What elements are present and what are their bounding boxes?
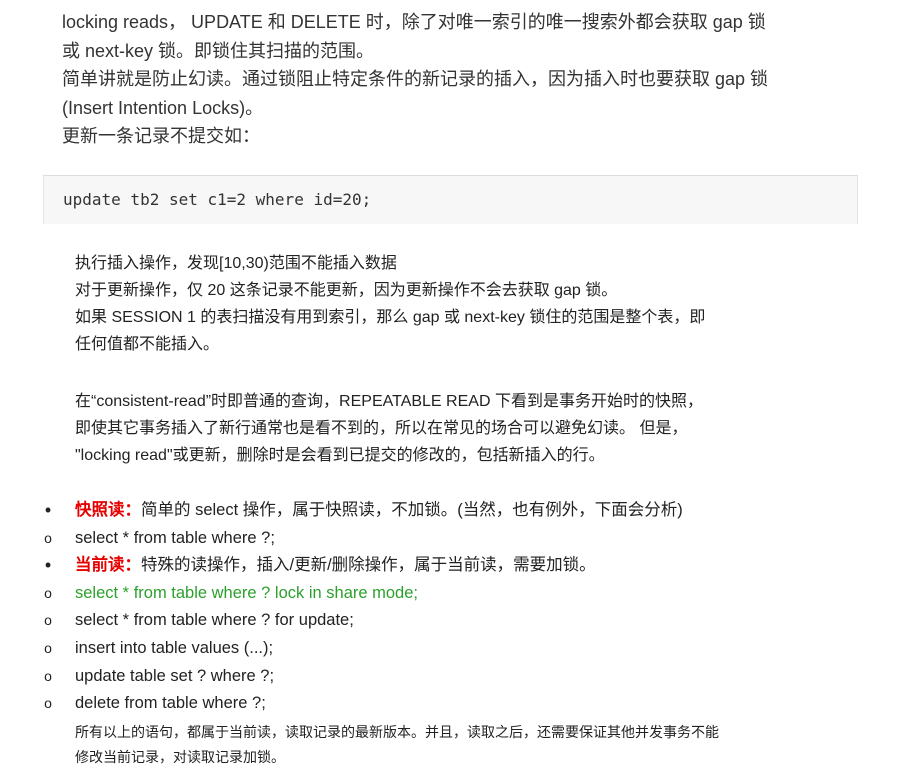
- consistent-read-line: 在“consistent-read”时即普通的查询，REPEATABLE REA…: [75, 393, 703, 410]
- list-item: • 快照读：简单的 select 操作，属于快照读，不加锁。(当然，也有例外，下…: [38, 497, 838, 525]
- intro-line: 简单讲就是防止幻读。通过锁阻止特定条件的新记录的插入，因为插入时也要获取 gap…: [62, 69, 769, 90]
- explanation-line: 执行插入操作，发现[10,30)范围不能插入数据: [75, 255, 397, 272]
- intro-line: locking reads， UPDATE 和 DELETE 时，除了对唯一索引…: [62, 12, 766, 32]
- list-item-text: 简单的 select 操作，属于快照读，不加锁。(当然，也有例外，下面会分析): [141, 501, 683, 519]
- explanation-paragraph: 执行插入操作，发现[10,30)范围不能插入数据 对于更新操作，仅 20 这条记…: [75, 250, 835, 358]
- consistent-read-line: "locking read"或更新，删除时是会看到已提交的修改的，包括新插入的行…: [75, 447, 605, 464]
- bullet-circle-icon: o: [44, 695, 52, 712]
- code-statement: update tb2 set c1=2 where id=20;: [63, 190, 372, 209]
- bullet-circle-icon: o: [44, 639, 52, 656]
- bullet-circle-icon: o: [44, 667, 52, 684]
- consistent-read-paragraph: 在“consistent-read”时即普通的查询，REPEATABLE REA…: [75, 388, 835, 469]
- footnote-line: 修改当前记录，对读取记录加锁。: [75, 749, 285, 765]
- list-item-text: 特殊的读操作，插入/更新/删除操作，属于当前读，需要加锁。: [141, 556, 596, 575]
- snapshot-read-label: 快照读：: [75, 501, 141, 519]
- explanation-line: 对于更新操作，仅 20 这条记录不能更新，因为更新操作不会去获取 gap 锁。: [75, 282, 618, 299]
- bullet-disc-icon: •: [44, 555, 52, 576]
- document-page: locking reads， UPDATE 和 DELETE 时，除了对唯一索引…: [0, 0, 901, 778]
- list-item: o update table set ? where ?;: [38, 663, 838, 691]
- intro-line: 或 next-key 锁。即锁住其扫描的范围。: [62, 40, 375, 61]
- footnote-paragraph: 所有以上的语句，都属于当前读，读取记录的最新版本。并且，读取之后，还需要保证其他…: [75, 720, 835, 770]
- list-item-text-highlighted: select * from table where ? lock in shar…: [75, 583, 418, 602]
- explanation-line: 如果 SESSION 1 的表扫描没有用到索引，那么 gap 或 next-ke…: [75, 309, 706, 326]
- list-item-text: select * from table where ? for update;: [75, 611, 354, 630]
- intro-paragraph: locking reads， UPDATE 和 DELETE 时，除了对唯一索引…: [62, 8, 852, 151]
- footnote-line: 所有以上的语句，都属于当前读，读取记录的最新版本。并且，读取之后，还需要保证其他…: [75, 724, 719, 740]
- code-block: update tb2 set c1=2 where id=20;: [43, 175, 858, 224]
- bullet-circle-icon: o: [44, 612, 52, 629]
- list-item: o select * from table where ? lock in sh…: [38, 580, 838, 608]
- bullet-disc-icon: •: [44, 500, 52, 520]
- list-item-text: update table set ? where ?;: [75, 666, 275, 685]
- intro-line: (Insert Intention Locks)。: [62, 97, 264, 118]
- bullet-circle-icon: o: [44, 584, 52, 601]
- read-types-list: • 快照读：简单的 select 操作，属于快照读，不加锁。(当然，也有例外，下…: [38, 497, 838, 718]
- list-item-text: select * from table where ?;: [75, 528, 275, 547]
- list-item: o select * from table where ? for update…: [38, 607, 838, 635]
- consistent-read-line: 即使其它事务插入了新行通常也是看不到的，所以在常见的场合可以避免幻读。 但是，: [75, 420, 688, 437]
- intro-line: 更新一条记录不提交如：: [62, 126, 260, 147]
- current-read-label: 当前读：: [75, 556, 141, 575]
- list-item: o select * from table where ?;: [38, 525, 838, 553]
- list-item: o insert into table values (...);: [38, 635, 838, 663]
- bullet-circle-icon: o: [44, 529, 52, 546]
- explanation-line: 任何值都不能插入。: [75, 336, 220, 353]
- list-item-text: delete from table where ?;: [75, 694, 266, 713]
- list-item: • 当前读：特殊的读操作，插入/更新/删除操作，属于当前读，需要加锁。: [38, 552, 838, 580]
- list-item: o delete from table where ?;: [38, 690, 838, 718]
- list-item-text: insert into table values (...);: [75, 638, 274, 657]
